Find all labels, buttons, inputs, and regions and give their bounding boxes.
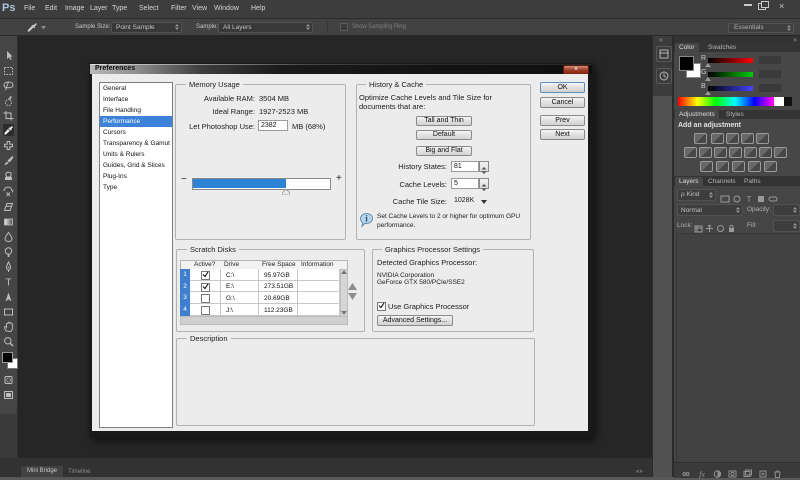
svg-text:fx: fx — [699, 470, 705, 479]
svg-text:T: T — [747, 195, 752, 204]
svg-text:T: T — [5, 277, 11, 288]
